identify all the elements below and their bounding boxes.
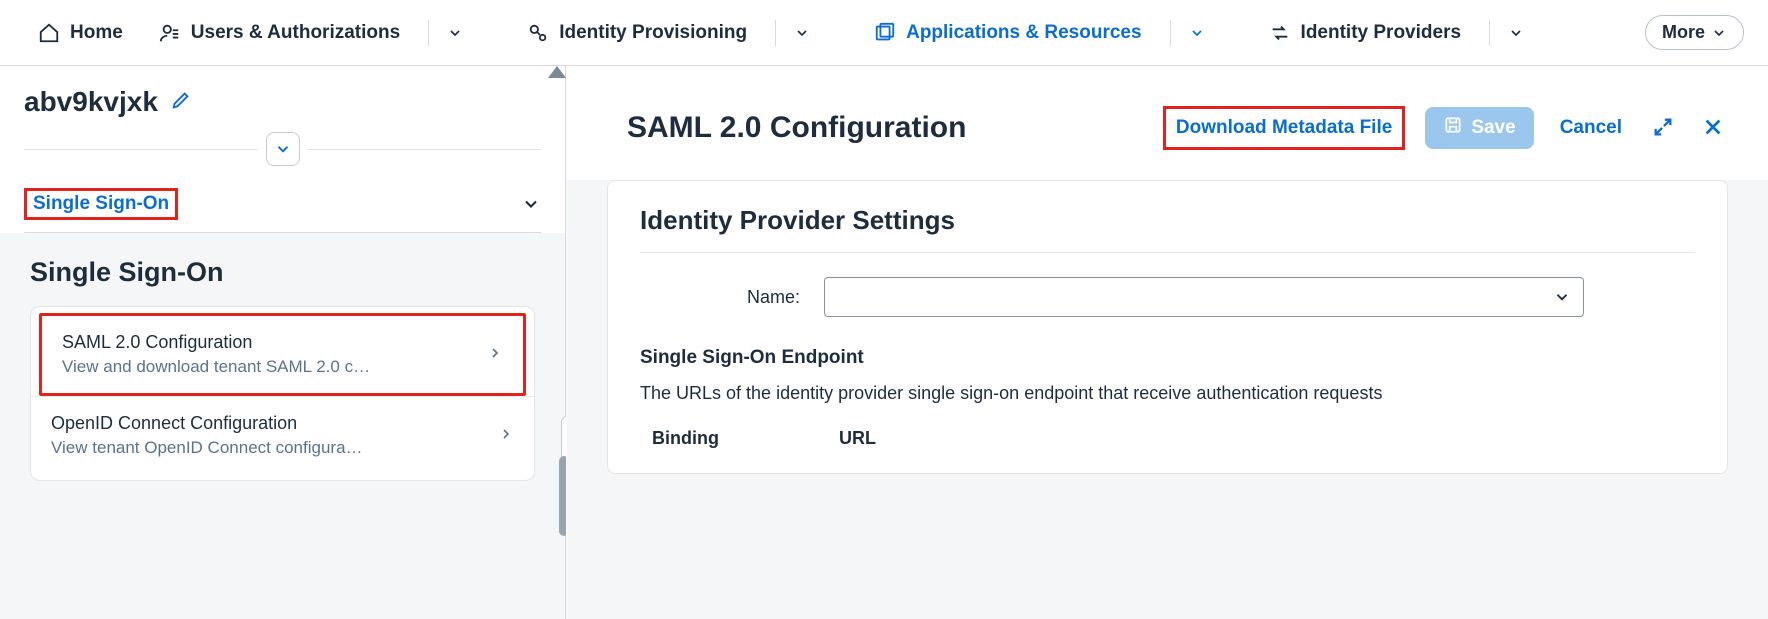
tenant-name: abv9kvjxk: [24, 86, 158, 118]
nav-idp[interactable]: Identity Providers: [1255, 14, 1476, 52]
nav-separator: [1489, 20, 1490, 46]
cancel-button[interactable]: Cancel: [1554, 109, 1628, 147]
section-tab-sso[interactable]: Single Sign-On: [24, 176, 541, 233]
nav-provisioning-caret[interactable]: [790, 21, 814, 45]
col-binding: Binding: [652, 428, 719, 449]
nav-users-caret[interactable]: [443, 21, 467, 45]
chevron-right-icon: [487, 345, 503, 364]
edit-icon[interactable]: [170, 86, 192, 118]
nav-provisioning[interactable]: Identity Provisioning: [513, 14, 761, 52]
nav-apps-label: Applications & Resources: [906, 22, 1141, 44]
nav-more-button[interactable]: More: [1645, 15, 1744, 50]
close-icon[interactable]: [1698, 112, 1728, 145]
apps-icon: [874, 22, 896, 44]
nav-home[interactable]: Home: [24, 14, 137, 52]
sso-heading: Single Sign-On: [30, 257, 535, 288]
card-item-sub: View tenant OpenID Connect configura…: [51, 438, 363, 458]
name-select[interactable]: [824, 277, 1584, 317]
card-item-saml[interactable]: SAML 2.0 Configuration View and download…: [39, 313, 526, 396]
download-metadata-button[interactable]: Download Metadata File: [1163, 106, 1405, 150]
settings-title: Identity Provider Settings: [640, 205, 1695, 253]
nav-separator: [1170, 20, 1171, 46]
sync-icon: [1269, 22, 1291, 44]
nav-provisioning-label: Identity Provisioning: [559, 22, 747, 44]
chevron-right-icon: [498, 426, 514, 445]
nav-separator: [428, 20, 429, 46]
name-label: Name:: [700, 287, 800, 308]
right-panel: SAML 2.0 Configuration Download Metadata…: [566, 66, 1768, 619]
nav-home-label: Home: [70, 22, 123, 44]
provisioning-icon: [527, 22, 549, 44]
nav-idp-caret[interactable]: [1504, 21, 1528, 45]
users-icon: [159, 22, 181, 44]
home-icon: [38, 22, 60, 44]
left-panel: abv9kvjxk Single Sign-On Single Sign-On: [0, 66, 566, 619]
expand-icon[interactable]: [1648, 112, 1678, 145]
card-item-sub: View and download tenant SAML 2.0 c…: [62, 357, 370, 377]
nav-more-label: More: [1662, 22, 1705, 43]
endpoint-desc: The URLs of the identity provider single…: [640, 383, 1695, 404]
card-item-oidc[interactable]: OpenID Connect Configuration View tenant…: [31, 396, 534, 474]
scroll-up-icon[interactable]: [548, 66, 566, 78]
save-label: Save: [1471, 117, 1515, 139]
nav-idp-label: Identity Providers: [1301, 22, 1462, 44]
idp-settings-card: Identity Provider Settings Name: Single …: [607, 180, 1728, 474]
card-item-title: SAML 2.0 Configuration: [62, 332, 370, 353]
card-item-title: OpenID Connect Configuration: [51, 413, 363, 434]
chevron-down-icon: [1553, 288, 1571, 306]
save-icon: [1443, 115, 1463, 141]
page-title: SAML 2.0 Configuration: [627, 111, 966, 145]
sso-card: SAML 2.0 Configuration View and download…: [30, 306, 535, 481]
nav-separator: [775, 20, 776, 46]
chevron-down-icon: [521, 194, 541, 214]
col-url: URL: [839, 428, 876, 449]
nav-apps-caret[interactable]: [1185, 21, 1209, 45]
endpoint-title: Single Sign-On Endpoint: [640, 347, 1695, 369]
endpoint-table-head: Binding URL: [640, 428, 1695, 449]
top-nav: Home Users & Authorizations Identity Pro…: [0, 0, 1768, 66]
nav-apps[interactable]: Applications & Resources: [860, 14, 1155, 52]
section-tab-label: Single Sign-On: [33, 193, 169, 214]
nav-users[interactable]: Users & Authorizations: [145, 14, 414, 52]
nav-users-label: Users & Authorizations: [191, 22, 400, 44]
collapse-header-button[interactable]: [266, 132, 300, 166]
save-button[interactable]: Save: [1425, 107, 1533, 149]
